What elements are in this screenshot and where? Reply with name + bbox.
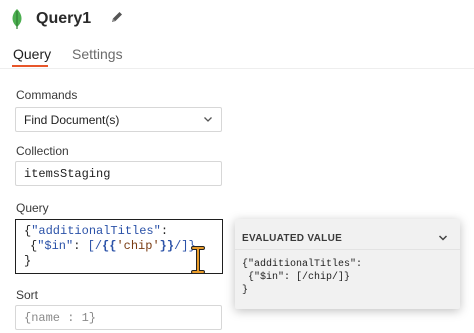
query-line-2: {"$in": [/{{'chip'}}/]} [30,239,196,253]
sort-label: Sort [16,288,39,302]
query-line-1: {"additionalTitles": [24,224,169,238]
commands-select[interactable]: Find Document(s) [15,107,222,132]
query-title: Query1 [36,10,92,27]
sort-placeholder: {name : 1} [24,311,97,325]
leaf-icon [12,9,22,29]
query-label: Query [16,201,49,215]
tab-settings[interactable]: Settings [72,46,123,62]
evaluated-line-1: {"additionalTitles": [242,259,363,270]
commands-label: Commands [16,88,78,102]
commands-value: Find Document(s) [24,113,120,127]
query-header: Query1 [0,0,474,40]
sort-input[interactable]: {name : 1} [15,305,222,330]
tab-query[interactable]: Query [13,46,51,62]
pencil-icon[interactable] [110,10,124,24]
query-line-3: } [24,254,32,268]
evaluated-value-panel: EVALUATED VALUE {"additionalTitles": {"$… [235,219,460,309]
collection-value: itemsStaging [24,167,111,181]
panel-divider [235,249,460,250]
active-tab-indicator [12,65,48,67]
collection-label: Collection [16,144,69,158]
evaluated-line-3: } [242,285,249,296]
tab-bar: Query Settings [0,40,474,69]
evaluated-line-2: {"$in": [/chip/]} [242,272,351,283]
chevron-down-icon [204,117,212,122]
evaluated-value-title: EVALUATED VALUE [242,233,343,244]
chevron-down-icon[interactable] [438,233,448,243]
text-cursor-icon [191,246,205,274]
collection-input[interactable]: itemsStaging [15,161,222,186]
